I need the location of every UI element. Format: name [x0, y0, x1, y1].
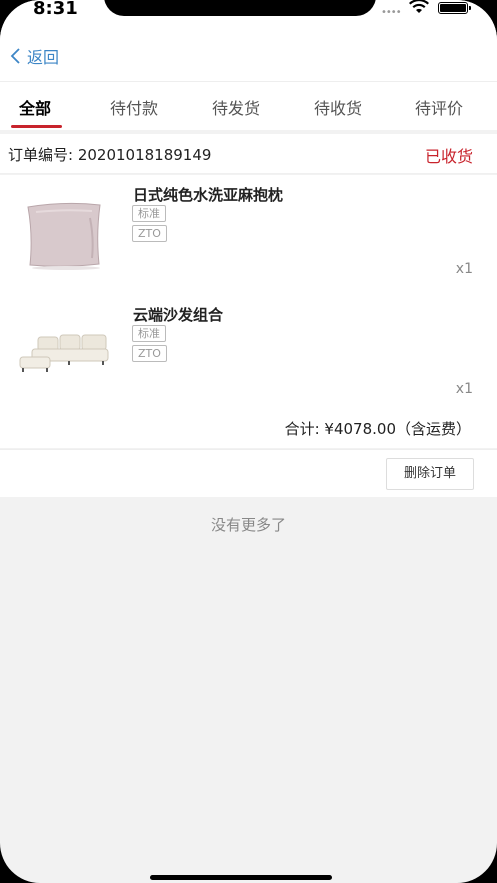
active-tab-indicator	[11, 125, 62, 128]
signal-icon: ••••	[381, 7, 402, 18]
battery-icon	[438, 2, 471, 14]
order-actions: 删除订单	[0, 449, 497, 497]
item-quantity: x1	[455, 381, 473, 397]
back-label: 返回	[27, 48, 60, 67]
tab-pending-review[interactable]: 待评价	[415, 95, 463, 119]
back-button[interactable]: 返回	[10, 44, 59, 68]
item-name: 日式纯色水洗亚麻抱枕	[133, 186, 284, 204]
tab-pending-shipment[interactable]: 待发货	[212, 95, 260, 119]
notch	[104, 0, 376, 16]
shipping-tag: ZTO	[132, 345, 167, 362]
shipping-tag: ZTO	[132, 225, 167, 242]
home-indicator[interactable]	[150, 875, 332, 880]
nav-bar: 返回	[0, 22, 497, 82]
order-total: 合计: ¥4078.00（含运费）	[284, 420, 471, 438]
order-item[interactable]: 日式纯色水洗亚麻抱枕 标准 ZTO x1	[0, 175, 497, 295]
item-name: 云端沙发组合	[133, 306, 224, 324]
delete-order-button[interactable]: 删除订单	[386, 458, 474, 490]
chevron-left-icon	[10, 48, 20, 64]
spec-tag: 标准	[132, 325, 166, 342]
status-time: 8:31	[33, 0, 78, 19]
wifi-icon	[409, 0, 429, 13]
order-item[interactable]: 云端沙发组合 标准 ZTO x1	[0, 295, 497, 415]
item-quantity: x1	[455, 261, 473, 277]
spec-tag: 标准	[132, 205, 166, 222]
order-status: 已收货	[424, 147, 473, 166]
order-header: 订单编号: 20201018189149 已收货	[0, 134, 497, 174]
app-screen: 8:31 •••• 返回 全部 待付款 待发货 待收货 待评价 订单编号: 20…	[0, 0, 497, 883]
tab-all[interactable]: 全部	[19, 95, 51, 119]
status-bar: 8:31 ••••	[0, 0, 497, 22]
order-card: 日式纯色水洗亚麻抱枕 标准 ZTO x1 云端沙发组合 标准 ZTO x1 合计…	[0, 175, 497, 448]
order-number: 订单编号: 20201018189149	[8, 146, 212, 164]
order-tabs: 全部 待付款 待发货 待收货 待评价	[0, 82, 497, 130]
tab-pending-payment[interactable]: 待付款	[110, 95, 158, 119]
tab-pending-receipt[interactable]: 待收货	[314, 95, 362, 119]
pillow-image	[27, 202, 101, 270]
sofa-image	[19, 334, 109, 372]
no-more-text: 没有更多了	[210, 516, 286, 534]
